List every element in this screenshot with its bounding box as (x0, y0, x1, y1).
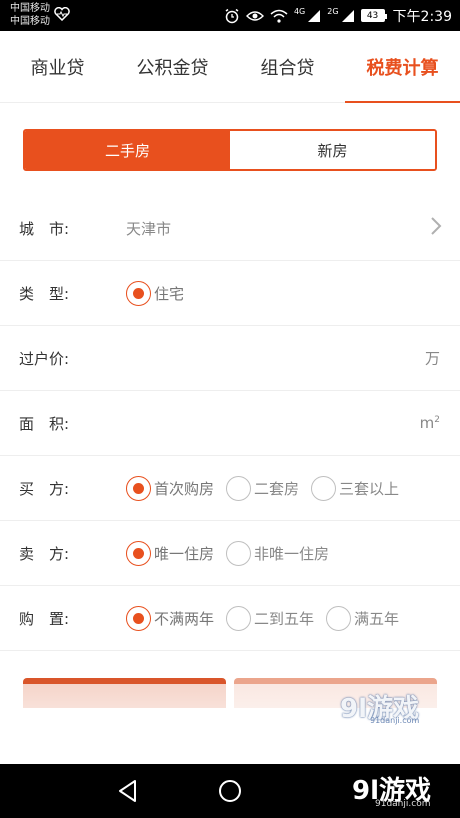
tab-combined-loan[interactable]: 组合贷 (230, 31, 345, 102)
watermark-site: 91danji.com (370, 716, 420, 725)
signal-icon-2 (341, 9, 355, 23)
purchase-label: 购 置: (19, 609, 70, 628)
type-row: 类 型: 住宅 (0, 261, 460, 326)
carrier-2: 中国移动 (10, 16, 50, 27)
alarm-icon (224, 8, 240, 24)
seller-row: 卖 方: 唯一住房 非唯一住房 (0, 521, 460, 586)
radio-checked-icon (126, 605, 151, 631)
battery-level: 43 (366, 10, 379, 21)
clock: 下午2:39 (392, 8, 452, 25)
radio-under-two-years[interactable]: 不满两年 (126, 605, 215, 631)
tab-provident-fund-loan[interactable]: 公积金贷 (115, 31, 230, 102)
radio-two-to-five-years[interactable]: 二到五年 (226, 605, 315, 631)
radio-label: 三套以上 (339, 479, 400, 498)
wifi-icon (270, 9, 288, 23)
chevron-right-icon (430, 216, 442, 240)
radio-first-home[interactable]: 首次购房 (126, 475, 215, 501)
battery-icon: 43 (360, 9, 387, 22)
radio-checked-icon (126, 475, 151, 501)
buyer-label: 买 方: (19, 479, 70, 498)
price-row[interactable]: 过户价: 万 (0, 326, 460, 391)
area-row[interactable]: 面 积: m2 (0, 391, 460, 456)
price-label: 过户价: (19, 349, 70, 368)
radio-label: 二套房 (254, 479, 300, 498)
radio-checked-icon (126, 280, 151, 306)
radio-label: 唯一住房 (154, 544, 215, 563)
watermark-site-nav: 91danji.com (375, 799, 431, 809)
eye-icon (245, 9, 264, 23)
radio-third-plus-home[interactable]: 三套以上 (311, 475, 400, 501)
buyer-radio-group: 首次购房 二套房 三套以上 (126, 475, 411, 501)
radio-only-home[interactable]: 唯一住房 (126, 540, 215, 566)
radio-unchecked-icon (226, 540, 252, 566)
seller-label: 卖 方: (19, 544, 70, 563)
radio-label: 首次购房 (154, 479, 215, 498)
type-radio-group: 住宅 (126, 280, 196, 306)
house-type-segment: 二手房 新房 (23, 129, 437, 171)
tab-commercial-loan[interactable]: 商业贷 (0, 31, 115, 102)
tax-form: 城 市: 天津市 类 型: 住宅 过户价: 万 面 积: m2 买 方: 首次购… (0, 196, 460, 651)
city-value: 天津市 (126, 219, 172, 238)
area-unit-sup: 2 (434, 415, 440, 425)
signal-icon-1 (307, 9, 321, 23)
status-bar: 中国移动 中国移动 4G 2G 43 下午2:39 (0, 0, 460, 31)
network-2g-label: 2G (327, 7, 339, 16)
segment-new-house[interactable]: 新房 (230, 131, 435, 169)
segment-second-hand[interactable]: 二手房 (25, 131, 230, 169)
back-icon[interactable] (116, 778, 140, 808)
radio-unchecked-icon (226, 475, 252, 501)
carrier-1: 中国移动 (10, 3, 50, 14)
purchase-radio-group: 不满两年 二到五年 满五年 (126, 605, 411, 631)
radio-unchecked-icon (311, 475, 337, 501)
radio-label: 不满两年 (154, 609, 215, 628)
price-unit: 万 (424, 349, 440, 368)
area-unit: m2 (420, 414, 440, 432)
radio-second-home[interactable]: 二套房 (226, 475, 300, 501)
city-row[interactable]: 城 市: 天津市 (0, 196, 460, 261)
radio-not-only-home[interactable]: 非唯一住房 (226, 540, 330, 566)
purchase-row: 购 置: 不满两年 二到五年 满五年 (0, 586, 460, 651)
radio-label: 二到五年 (254, 609, 315, 628)
area-unit-base: m (419, 414, 435, 432)
radio-over-five-years[interactable]: 满五年 (326, 605, 400, 631)
city-label: 城 市: (19, 219, 70, 238)
radio-label: 住宅 (154, 284, 185, 303)
area-label: 面 积: (19, 414, 70, 433)
network-4g-label: 4G (293, 7, 306, 16)
radio-label: 非唯一住房 (254, 544, 330, 563)
seller-radio-group: 唯一住房 非唯一住房 (126, 540, 341, 566)
loan-type-tabs: 商业贷 公积金贷 组合贷 税费计算 (0, 31, 460, 103)
carrier-info: 中国移动 中国移动 (10, 2, 50, 28)
radio-checked-icon (126, 540, 151, 566)
buyer-row: 买 方: 首次购房 二套房 三套以上 (0, 456, 460, 521)
radio-label: 满五年 (354, 609, 400, 628)
radio-residential[interactable]: 住宅 (126, 280, 185, 306)
radio-unchecked-icon (226, 605, 252, 631)
health-heart-icon (54, 6, 70, 25)
type-label: 类 型: (19, 284, 70, 303)
radio-unchecked-icon (326, 605, 352, 631)
home-icon[interactable] (218, 778, 242, 808)
tab-tax-calculation[interactable]: 税费计算 (345, 31, 460, 103)
